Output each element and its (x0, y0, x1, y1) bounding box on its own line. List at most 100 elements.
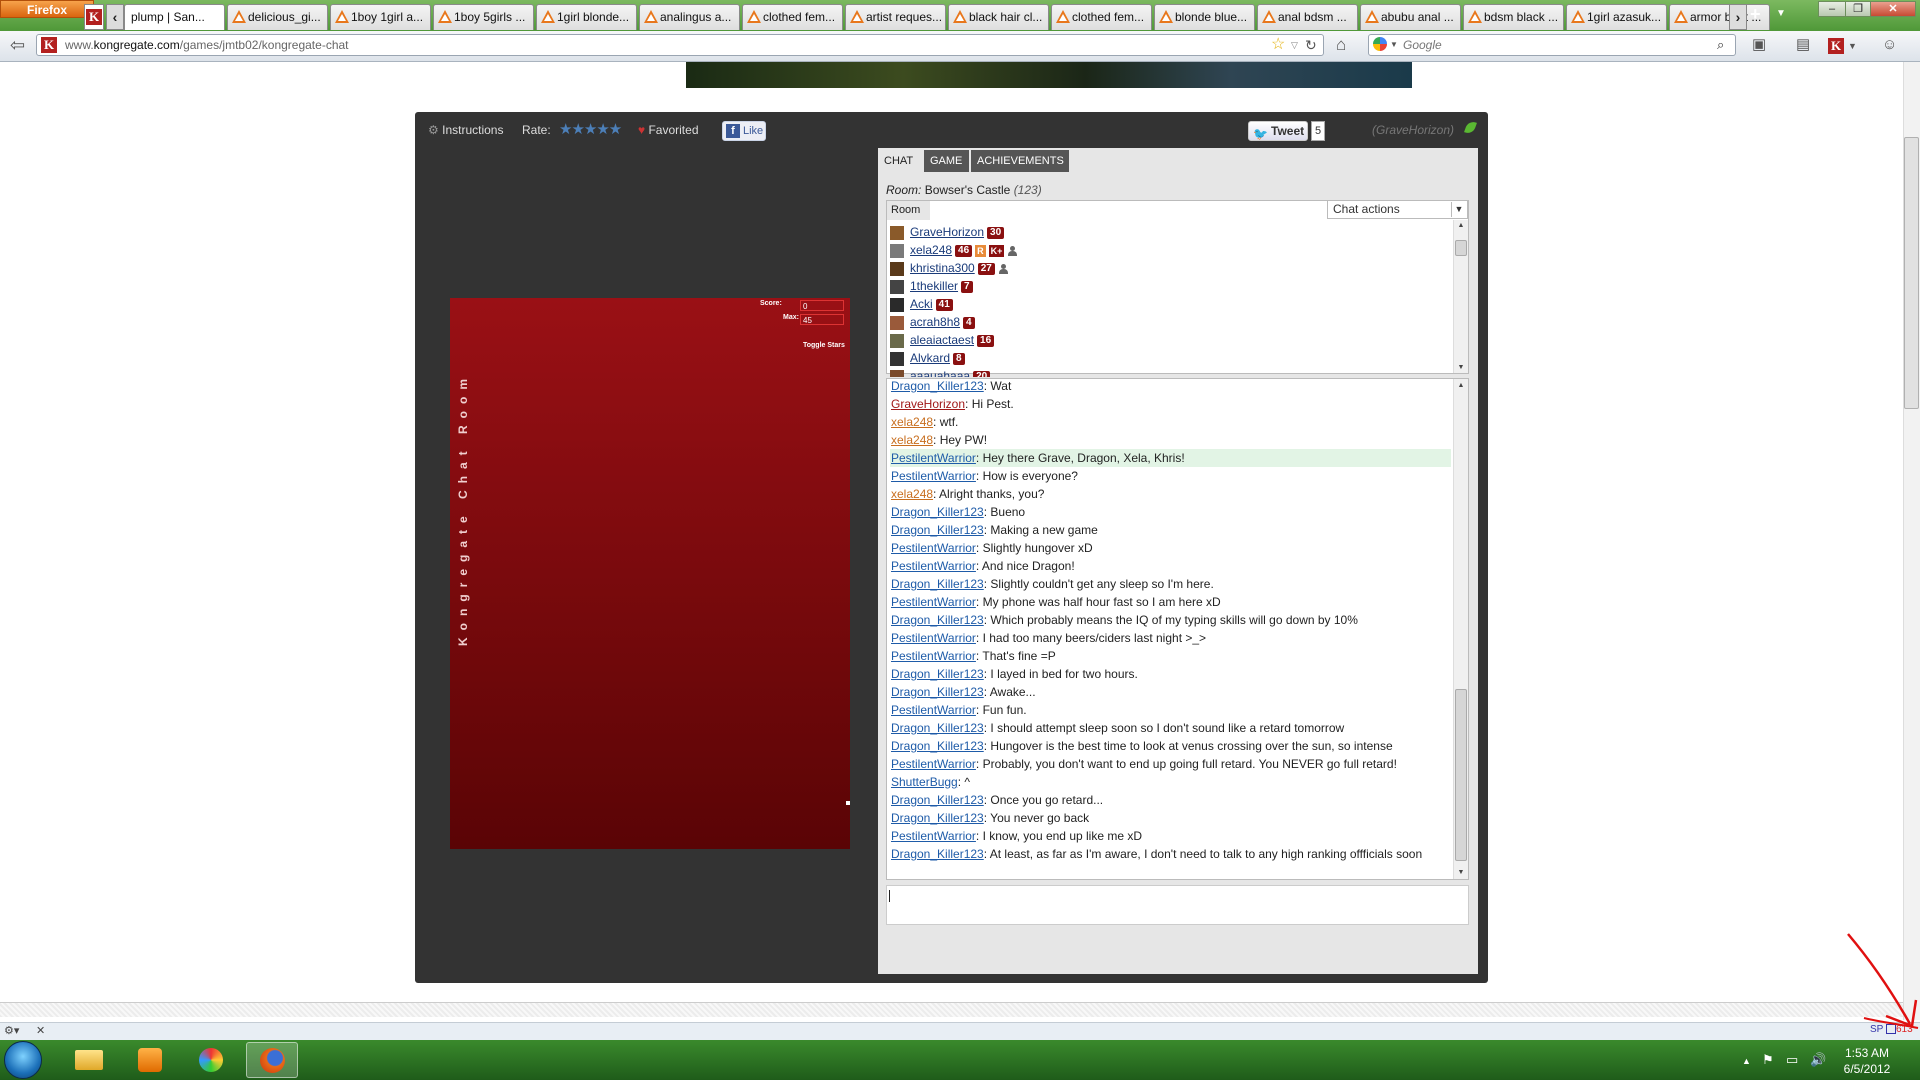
avatar[interactable] (890, 243, 904, 258)
message-username-link[interactable]: PestilentWarrior (891, 469, 976, 483)
browser-tab[interactable]: blonde blue... (1154, 4, 1255, 30)
message-username-link[interactable]: Dragon_Killer123 (891, 847, 984, 861)
messages-scroll-thumb[interactable] (1455, 689, 1467, 861)
avatar[interactable] (890, 333, 904, 348)
friend-person-icon[interactable] (998, 263, 1008, 274)
close-window-button[interactable]: ✕ (1870, 1, 1916, 17)
tab-achievements[interactable]: ACHIEVEMENTS (971, 150, 1069, 172)
clock-date[interactable]: 6/5/2012 (1832, 1062, 1902, 1076)
firefox-menu-button[interactable]: Firefox (0, 0, 94, 18)
browser-tab[interactable]: plump | San... (124, 4, 225, 30)
message-username-link[interactable]: Dragon_Killer123 (891, 613, 984, 627)
message-username-link[interactable]: PestilentWarrior (891, 757, 976, 771)
user-list-item[interactable]: acrah8h8 4 (890, 313, 975, 331)
scroll-up-arrow[interactable]: ▲ (1455, 382, 1467, 389)
browser-tab[interactable]: black hair cl... (948, 4, 1049, 30)
scroll-down-arrow[interactable]: ▼ (1455, 364, 1467, 371)
user-list-item[interactable]: aaauahaaa 20 (890, 367, 991, 377)
username-link[interactable]: Alvkard (910, 351, 950, 365)
avatar[interactable] (890, 261, 904, 276)
message-username-link[interactable]: Dragon_Killer123 (891, 721, 984, 735)
maximize-button[interactable]: ❐ (1845, 1, 1871, 17)
user-list-scrollbar[interactable]: ▲ ▼ (1453, 220, 1468, 373)
list-all-tabs-icon[interactable]: ▼ (1776, 8, 1786, 19)
user-list-item[interactable]: xela248 46 R K+ (890, 241, 1018, 259)
message-username-link[interactable]: ShutterBugg (891, 775, 958, 789)
avatar[interactable] (890, 225, 904, 240)
browser-tab[interactable]: 1girl azasuk... (1566, 4, 1667, 30)
site-identity-icon[interactable]: K (41, 37, 57, 53)
new-tab-button[interactable]: + (1750, 4, 1761, 25)
username-link[interactable]: GraveHorizon (910, 225, 984, 239)
scroll-up-arrow[interactable]: ▲ (1455, 222, 1467, 229)
browser-tab[interactable]: delicious_gi... (227, 4, 328, 30)
message-username-link[interactable]: PestilentWarrior (891, 595, 976, 609)
message-username-link[interactable]: xela248 (891, 487, 933, 501)
engine-dropdown-icon[interactable]: ▼ (1390, 35, 1398, 55)
avatar[interactable] (890, 279, 904, 294)
clock-time[interactable]: 1:53 AM (1832, 1046, 1902, 1060)
tab-scroll-right-button[interactable]: › (1729, 4, 1747, 30)
username-link[interactable]: acrah8h8 (910, 315, 960, 329)
reload-icon[interactable]: ↻ (1305, 35, 1317, 55)
google-engine-icon[interactable] (1373, 37, 1387, 51)
message-username-link[interactable]: Dragon_Killer123 (891, 505, 984, 519)
username-link[interactable]: xela248 (910, 243, 952, 257)
avatar[interactable] (890, 351, 904, 366)
browser-tab[interactable]: bdsm black ... (1463, 4, 1564, 30)
avatar[interactable] (890, 297, 904, 312)
search-bar[interactable]: ▼ Google ⌕ (1368, 34, 1736, 56)
browser-tab[interactable]: abubu anal ... (1360, 4, 1461, 30)
username-link[interactable]: khristina300 (910, 261, 975, 275)
browser-tab[interactable]: anal bdsm ... (1257, 4, 1358, 30)
scroll-down-arrow[interactable]: ▼ (1455, 869, 1467, 876)
username-link[interactable]: 1thekiller (910, 279, 958, 293)
chat-actions-select[interactable]: Chat actions ▼ (1327, 200, 1468, 219)
user-list-item[interactable]: Alvkard 8 (890, 349, 965, 367)
back-arrow-icon[interactable]: ⇦ (10, 34, 25, 56)
chat-input[interactable] (886, 885, 1469, 925)
url-bar[interactable]: K www.kongregate.com/games/jmtb02/kongre… (36, 34, 1324, 56)
message-username-link[interactable]: Dragon_Killer123 (891, 685, 984, 699)
close-addon-bar-icon[interactable]: ✕ (36, 1024, 45, 1037)
kongregate-toolbar-icon[interactable]: K (1828, 38, 1844, 54)
browser-tab[interactable]: 1boy 5girls ... (433, 4, 534, 30)
addon-smiley-icon[interactable]: ☺ (1882, 34, 1897, 56)
favorited-button[interactable]: ♥ Favorited (638, 123, 699, 137)
addon-gear-icon[interactable]: ⚙▾ (4, 1024, 19, 1037)
current-user-name[interactable]: (GraveHorizon) (1372, 123, 1454, 137)
page-scroll-thumb[interactable] (1904, 137, 1919, 409)
toggle-stars-button[interactable]: Toggle Stars (803, 342, 845, 349)
friend-person-icon[interactable] (1008, 245, 1018, 256)
action-center-flag-icon[interactable]: ⚑ (1762, 1052, 1774, 1068)
volume-icon[interactable]: 🔊 (1810, 1052, 1826, 1068)
taskbar-firefox[interactable] (246, 1042, 298, 1078)
user-list-item[interactable]: Acki 41 (890, 295, 953, 313)
tweet-button[interactable]: 🐦 Tweet (1248, 121, 1308, 141)
avatar[interactable] (890, 369, 904, 377)
message-username-link[interactable]: Dragon_Killer123 (891, 577, 984, 591)
message-username-link[interactable]: xela248 (891, 415, 933, 429)
tab-game[interactable]: GAME (924, 150, 969, 172)
message-username-link[interactable]: PestilentWarrior (891, 829, 976, 843)
user-list-scroll-thumb[interactable] (1455, 240, 1467, 256)
taskbar-paint[interactable] (185, 1042, 237, 1078)
network-icon[interactable]: ▭ (1786, 1052, 1798, 1068)
message-username-link[interactable]: xela248 (891, 433, 933, 447)
user-list-item[interactable]: khristina300 27 (890, 259, 1008, 277)
message-username-link[interactable]: PestilentWarrior (891, 541, 976, 555)
game-canvas[interactable] (450, 298, 850, 849)
user-list-item[interactable]: GraveHorizon 30 (890, 223, 1005, 241)
taskbar-explorer[interactable] (63, 1042, 115, 1078)
messages-scrollbar[interactable]: ▲ ▼ (1453, 379, 1468, 879)
bookmark-star-icon[interactable]: ☆ (1271, 35, 1285, 55)
username-link[interactable]: Acki (910, 297, 933, 311)
rating-stars[interactable]: ★★★★★ (559, 120, 622, 138)
minimize-button[interactable]: – (1818, 1, 1846, 17)
message-username-link[interactable]: PestilentWarrior (891, 451, 976, 465)
user-list-item[interactable]: 1thekiller 7 (890, 277, 973, 295)
browser-tab[interactable]: analingus a... (639, 4, 740, 30)
message-username-link[interactable]: Dragon_Killer123 (891, 793, 984, 807)
message-username-link[interactable]: PestilentWarrior (891, 631, 976, 645)
tab-scroll-left-button[interactable]: ‹ (106, 4, 124, 30)
